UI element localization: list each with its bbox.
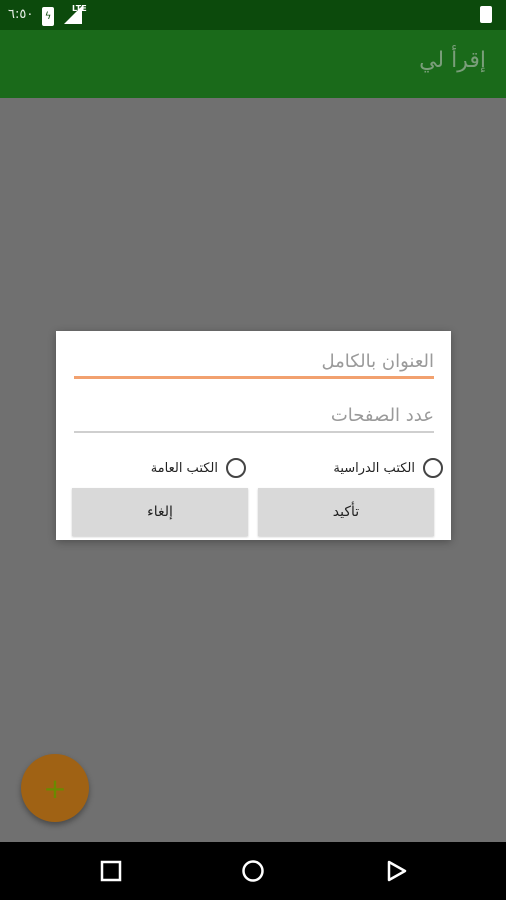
add-fab-button[interactable]: + bbox=[21, 754, 89, 822]
add-book-dialog: العنوان بالكامل عدد الصفحات الكتب الدراس… bbox=[56, 331, 451, 540]
status-bar: ٦:٥٠ ϟ LTE bbox=[0, 0, 506, 30]
status-time: ٦:٥٠ bbox=[8, 7, 34, 22]
back-triangle-icon[interactable] bbox=[384, 859, 408, 883]
network-type: LTE bbox=[72, 4, 87, 13]
confirm-button[interactable]: تأكيد bbox=[258, 488, 434, 536]
cancel-button[interactable]: إلغاء bbox=[72, 488, 248, 536]
radio-general-circle[interactable] bbox=[226, 458, 246, 478]
pages-input[interactable]: عدد الصفحات bbox=[74, 393, 434, 433]
app-title: إقرأ لي bbox=[419, 48, 486, 73]
title-input-placeholder: العنوان بالكامل bbox=[321, 351, 434, 372]
radio-general-label: الكتب العامة bbox=[150, 460, 218, 476]
sim-card-icon bbox=[480, 6, 492, 23]
navigation-bar bbox=[0, 842, 506, 900]
pages-input-underline bbox=[74, 431, 434, 433]
app-bar: إقرأ لي bbox=[0, 30, 506, 98]
book-type-radio-group: الكتب الدراسية الكتب العامة bbox=[56, 451, 451, 485]
radio-study-books[interactable]: الكتب الدراسية bbox=[333, 451, 443, 485]
battery-icon: ϟ bbox=[42, 7, 54, 26]
radio-study-circle[interactable] bbox=[423, 458, 443, 478]
title-input[interactable]: العنوان بالكامل bbox=[74, 339, 434, 379]
recents-square-icon[interactable] bbox=[99, 859, 123, 883]
home-circle-icon[interactable] bbox=[241, 859, 265, 883]
radio-study-label: الكتب الدراسية bbox=[333, 460, 415, 476]
pages-input-placeholder: عدد الصفحات bbox=[330, 405, 434, 426]
title-input-underline bbox=[74, 376, 434, 379]
plus-icon: + bbox=[43, 771, 67, 805]
radio-general-books[interactable]: الكتب العامة bbox=[151, 451, 246, 485]
dialog-buttons: إلغاء تأكيد bbox=[72, 488, 435, 536]
